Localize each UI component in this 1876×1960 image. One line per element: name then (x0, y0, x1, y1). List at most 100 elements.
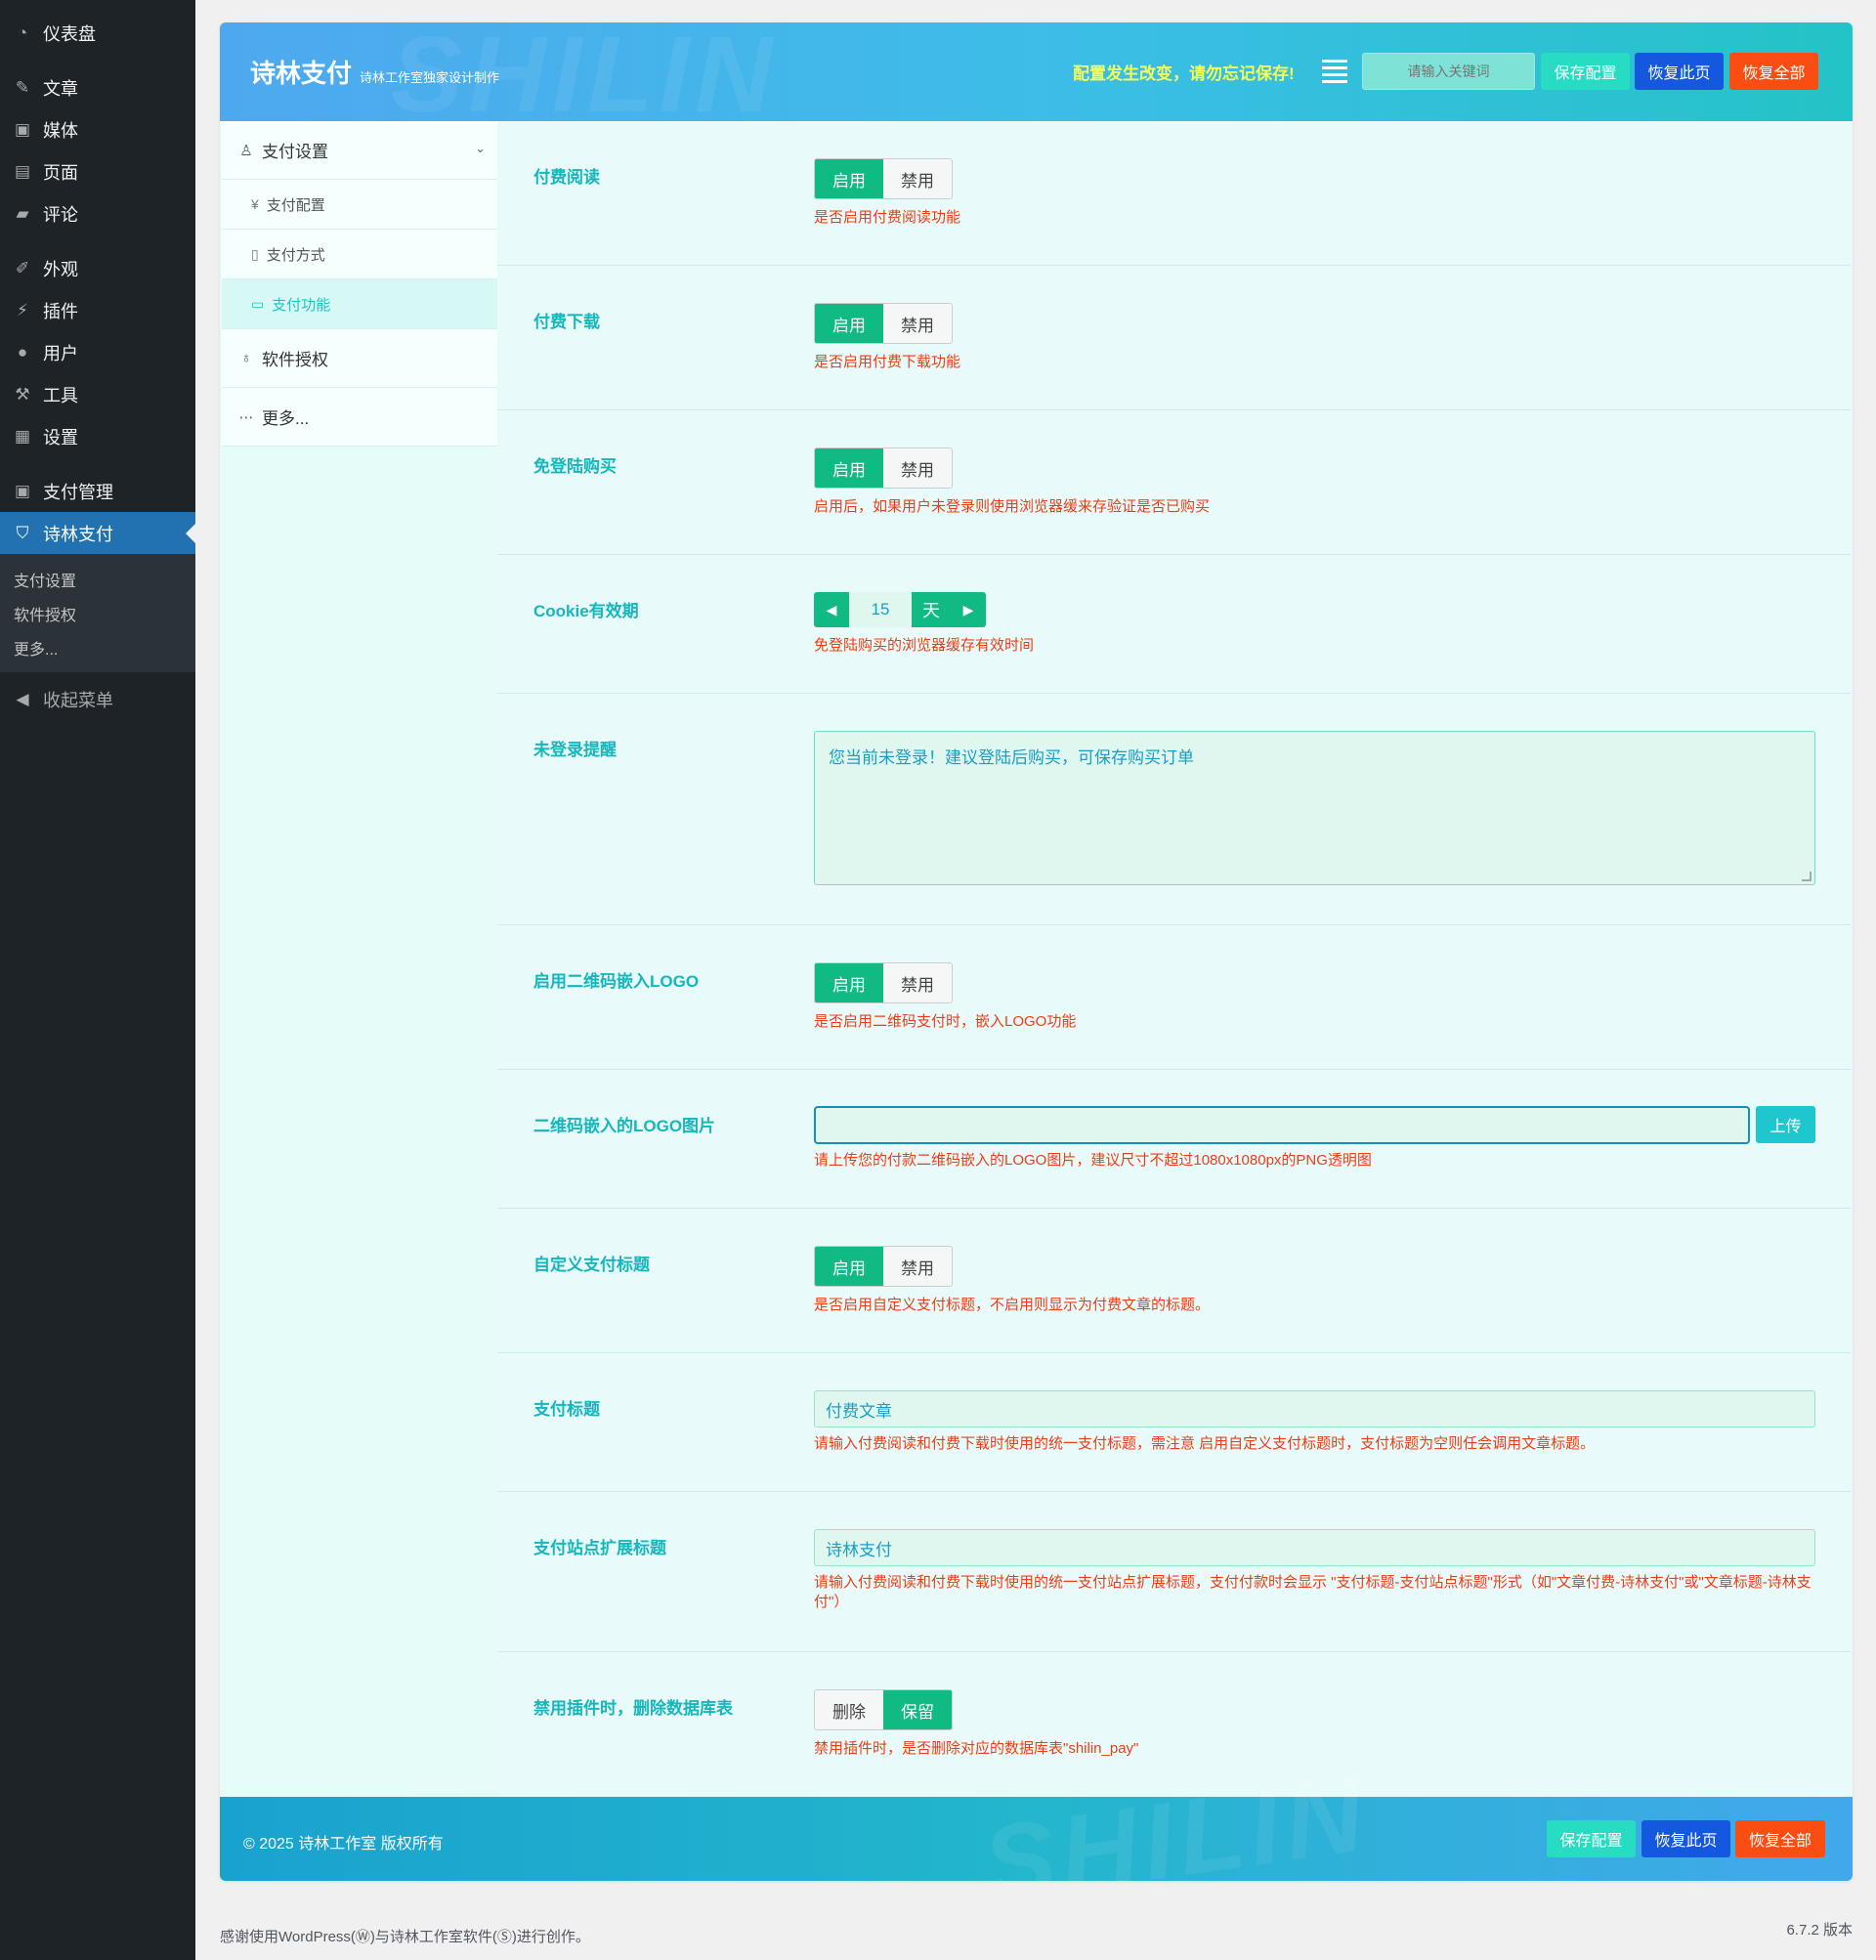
cookie-value[interactable]: 15 (849, 592, 912, 627)
wp-menu-label: 插件 (43, 301, 78, 321)
toggle-on[interactable]: 启用 (815, 448, 883, 488)
wp-menu-media[interactable]: ▣ 媒体 (0, 108, 195, 150)
restore-page-button[interactable]: 恢复此页 (1635, 53, 1724, 90)
wp-footer-thanks: 感谢使用WordPress(Ⓦ)与诗林工作室软件(Ⓢ)进行创作。 (220, 1929, 590, 1945)
upload-button[interactable]: 上传 (1756, 1106, 1815, 1143)
copyright-text: © 2025 诗林工作室 版权所有 (243, 1836, 444, 1853)
wp-menu-dashboard[interactable]: ◔ 仪表盘 (0, 12, 195, 54)
field-row-login-notice: 未登录提醒 您当前未登录！建议登陆后购买，可保存购买订单 (497, 694, 1851, 925)
increment-icon[interactable]: ▶ (951, 592, 986, 627)
field-hint: 请输入付费阅读和付费下载时使用的统一支付标题，需注意 启用自定义支付标题时，支付… (814, 1435, 1596, 1452)
footer-restore-all-button[interactable]: 恢复全部 (1735, 1820, 1825, 1857)
nav-group-label: 支付设置 (262, 143, 328, 161)
field-label: 二维码嵌入的LOGO图片 (533, 1117, 716, 1135)
wp-menu-settings[interactable]: ▦ 设置 (0, 415, 195, 457)
wp-menu-shilin-pay[interactable]: ⛉ 诗林支付 (0, 512, 195, 554)
nav-item-pay-config[interactable]: ¥ 支付配置 (222, 180, 497, 230)
uninstall-toggle[interactable]: 删除 保留 (814, 1689, 953, 1730)
shield-icon: ⛉ (16, 523, 29, 542)
wp-menu-pages[interactable]: ▤ 页面 (0, 150, 195, 192)
resize-handle-icon[interactable] (1802, 872, 1812, 881)
monitor-icon: ▭ (251, 295, 265, 312)
wp-menu-tools[interactable]: ⚒ 工具 (0, 373, 195, 415)
toggle-on[interactable]: 启用 (815, 963, 883, 1002)
wp-menu-label: 仪表盘 (43, 23, 96, 44)
wp-menu-label: 外观 (43, 259, 78, 279)
custom-title-toggle[interactable]: 启用 禁用 (814, 1246, 953, 1287)
nav-group-payment[interactable]: ♙ 支付设置 ⌄ (222, 121, 497, 180)
wp-menu-label: 用户 (43, 343, 78, 363)
wp-menu-label: 页面 (43, 162, 78, 183)
wp-admin-sidebar: ◔ 仪表盘 ✎ 文章 ▣ 媒体 ▤ 页面 ▰ 评论 ✐ 外观 ⚡ 插件 ● 用户… (0, 0, 195, 1960)
logo-url-input[interactable] (814, 1106, 1750, 1144)
field-label: 启用二维码嵌入LOGO (533, 972, 700, 991)
field-label: 未登录提醒 (533, 741, 617, 759)
field-row-uninstall: 禁用插件时，删除数据库表 删除 保留 禁用插件时，是否删除对应的数据库表"shi… (497, 1652, 1851, 1797)
decrement-icon[interactable]: ◀ (814, 592, 849, 627)
payment-icon: ▣ (14, 481, 31, 500)
footer-save-button[interactable]: 保存配置 (1547, 1820, 1636, 1857)
field-hint: 请上传您的付款二维码嵌入的LOGO图片，建议尺寸不超过1080x1080px的P… (814, 1152, 1372, 1169)
field-hint: 禁用插件时，是否删除对应的数据库表"shilin_pay" (814, 1740, 1139, 1757)
toggle-off[interactable]: 禁用 (883, 304, 952, 343)
toggle-on[interactable]: 启用 (815, 159, 883, 198)
pay-title-input[interactable]: 付费文章 (814, 1390, 1815, 1427)
settings-nav: ♙ 支付设置 ⌄ ¥ 支付配置 ▯ 支付方式 ▭ 支付功能 ♁ 软件授权 ⋯ 更… (222, 121, 497, 1797)
field-row-cookie: Cookie有效期 ◀ 15 天 ▶ 免登陆购买的浏览器缓存有效时间 (497, 555, 1851, 694)
nav-group-license[interactable]: ♁ 软件授权 (222, 329, 497, 388)
nav-item-label: 支付配置 (266, 196, 325, 214)
wp-submenu-license[interactable]: 软件授权 (0, 596, 195, 630)
field-row-qr-logo: 启用二维码嵌入LOGO 启用 禁用 是否启用二维码支付时，嵌入LOGO功能 (497, 925, 1851, 1070)
nav-item-label: 支付方式 (266, 246, 325, 264)
wp-version: 6.7.2 版本 (1786, 1922, 1853, 1939)
wp-menu-label: 媒体 (43, 120, 78, 141)
toggle-off[interactable]: 禁用 (883, 963, 952, 1002)
nav-group-more[interactable]: ⋯ 更多... (222, 388, 497, 447)
toggle-off[interactable]: 禁用 (883, 448, 952, 488)
wp-menu-label: 工具 (43, 385, 78, 405)
field-hint: 免登陆购买的浏览器缓存有效时间 (814, 637, 1035, 654)
field-label: 付费阅读 (533, 168, 600, 187)
plugin-icon: ⚡ (17, 300, 28, 320)
login-notice-textarea[interactable]: 您当前未登录！建议登陆后购买，可保存购买订单 (814, 731, 1815, 885)
wp-collapse-menu[interactable]: ◀ 收起菜单 (0, 678, 195, 720)
guest-buy-toggle[interactable]: 启用 禁用 (814, 447, 953, 489)
field-label: 免登陆购买 (533, 457, 617, 476)
brand-title: 诗林支付 (250, 59, 353, 88)
save-config-button[interactable]: 保存配置 (1541, 53, 1630, 90)
field-hint: 是否启用付费阅读功能 (814, 209, 961, 226)
wp-menu-plugins[interactable]: ⚡ 插件 (0, 289, 195, 331)
panel-footer: SHILIN © 2025 诗林工作室 版权所有 保存配置 恢复此页 恢复全部 (220, 1753, 1853, 1881)
wp-menu-users[interactable]: ● 用户 (0, 331, 195, 373)
wp-submenu-more[interactable]: 更多... (0, 630, 195, 664)
wp-menu-appearance[interactable]: ✐ 外观 (0, 247, 195, 289)
paid-read-toggle[interactable]: 启用 禁用 (814, 158, 953, 199)
toggle-keep[interactable]: 保留 (883, 1690, 952, 1729)
cookie-stepper[interactable]: ◀ 15 天 ▶ (814, 592, 986, 627)
qr-logo-toggle[interactable]: 启用 禁用 (814, 962, 953, 1003)
wp-submenu-pay-settings[interactable]: 支付设置 (0, 562, 195, 596)
toggle-on[interactable]: 启用 (815, 1247, 883, 1286)
footer-restore-page-button[interactable]: 恢复此页 (1642, 1820, 1730, 1857)
search-input[interactable] (1362, 53, 1535, 90)
menu-toggle-icon[interactable] (1322, 60, 1347, 83)
restore-all-button[interactable]: 恢复全部 (1729, 53, 1818, 90)
unsaved-notice: 配置发生改变，请勿忘记保存! (1073, 64, 1295, 83)
wp-menu-comments[interactable]: ▰ 评论 (0, 192, 195, 234)
page-icon: ▤ (14, 161, 31, 181)
field-label: 支付站点扩展标题 (533, 1539, 666, 1557)
toggle-off[interactable]: 禁用 (883, 1247, 952, 1286)
field-row-custom-title: 自定义支付标题 启用 禁用 是否启用自定义支付标题，不启用则显示为付费文章的标题… (497, 1209, 1851, 1353)
media-icon: ▣ (14, 119, 31, 139)
wp-menu-posts[interactable]: ✎ 文章 (0, 66, 195, 108)
paid-download-toggle[interactable]: 启用 禁用 (814, 303, 953, 344)
nav-item-pay-method[interactable]: ▯ 支付方式 (222, 230, 497, 279)
nav-item-pay-function[interactable]: ▭ 支付功能 (222, 279, 497, 329)
wp-menu-payment-manage[interactable]: ▣ 支付管理 (0, 470, 195, 512)
toggle-off[interactable]: 禁用 (883, 159, 952, 198)
toggle-on[interactable]: 启用 (815, 304, 883, 343)
toggle-delete[interactable]: 删除 (815, 1690, 883, 1729)
yen-icon: ¥ (251, 196, 259, 212)
wp-menu-label: 设置 (43, 427, 78, 447)
site-title-input[interactable]: 诗林支付 (814, 1529, 1815, 1566)
